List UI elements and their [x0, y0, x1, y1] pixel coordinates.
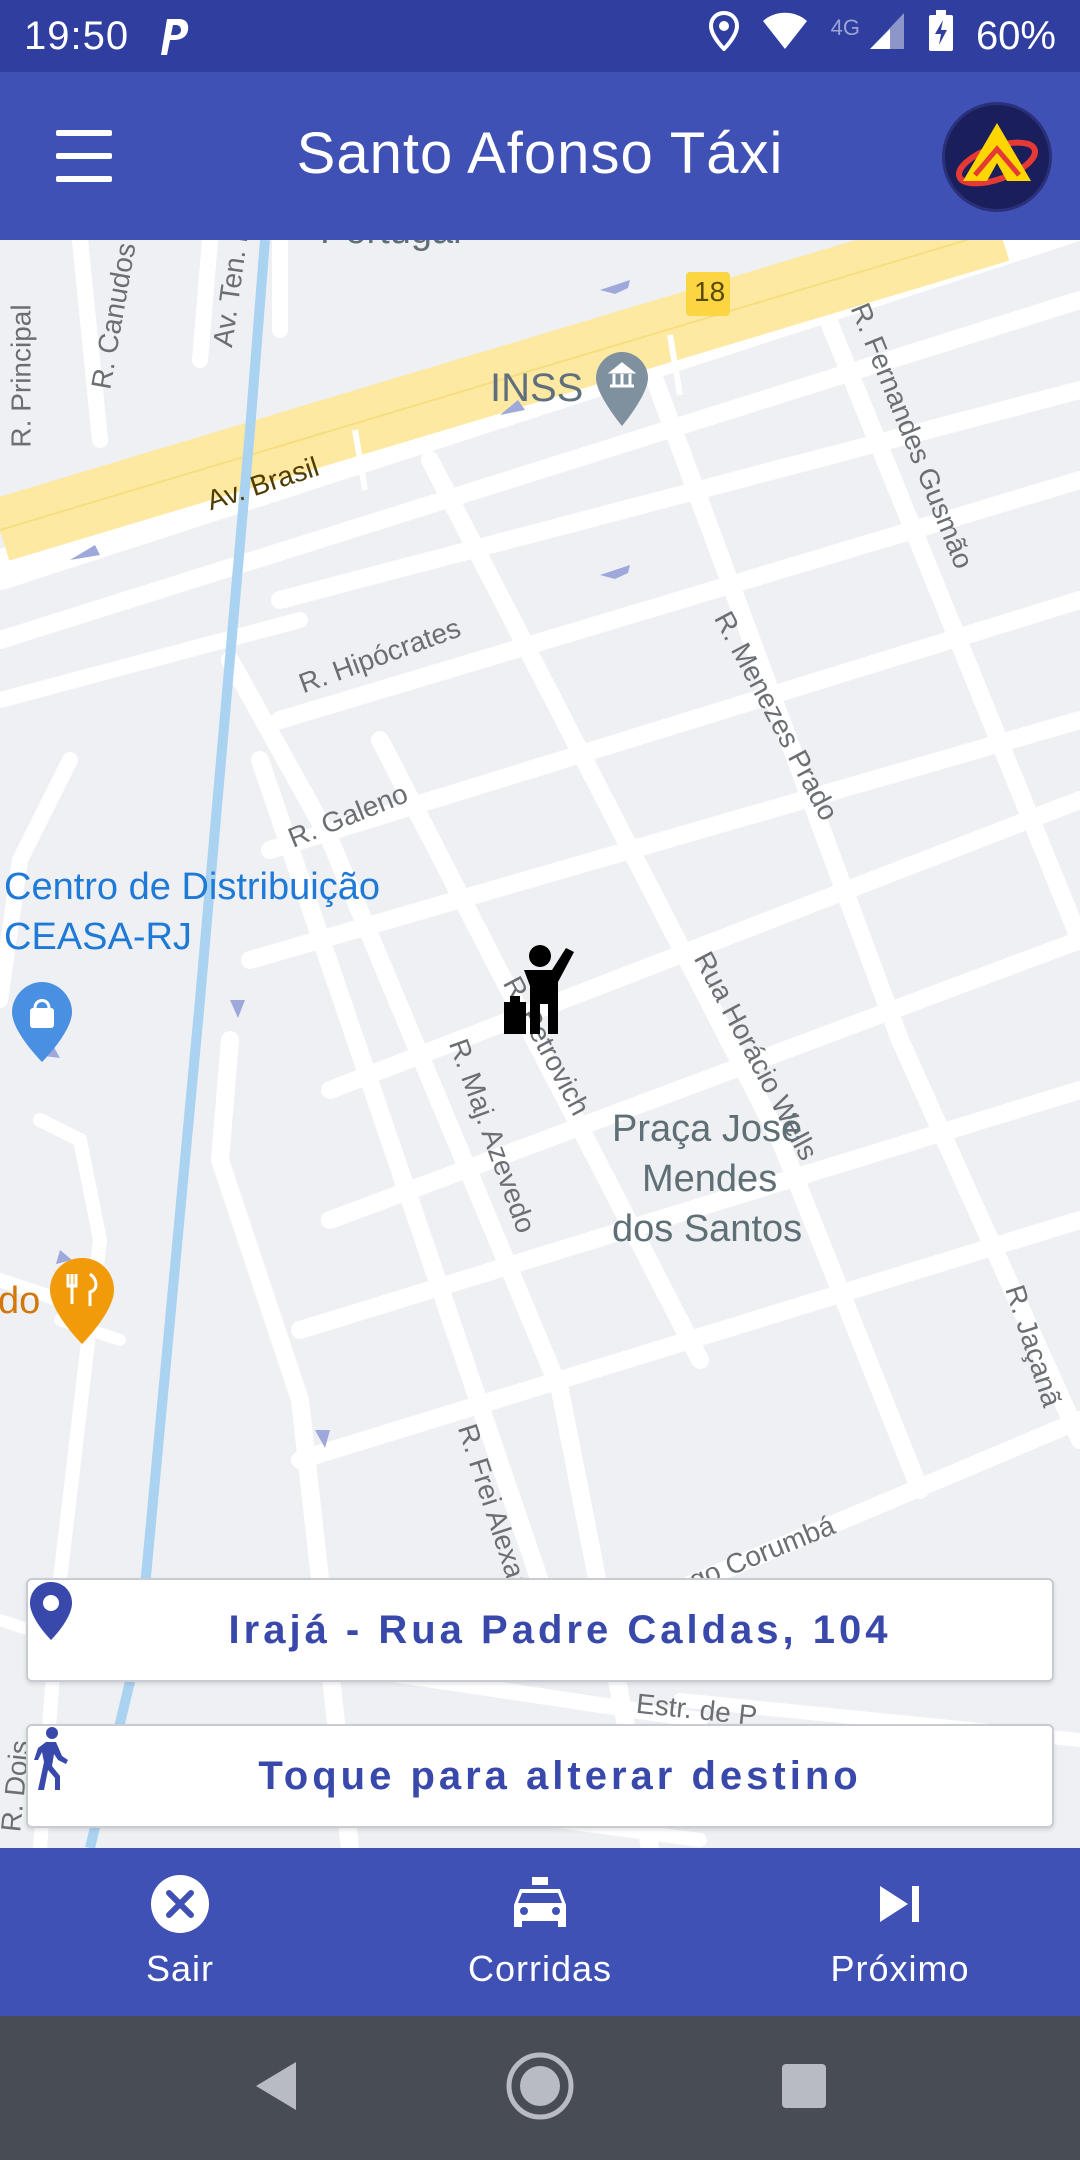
map-label-ceasa-2: CEASA-RJ [4, 916, 192, 958]
skip-next-icon [878, 1874, 922, 1934]
nav-corridas-label: Corridas [467, 1948, 613, 1989]
taxi-icon [512, 1874, 568, 1934]
destination-text: Toque para alterar destino [258, 1753, 862, 1798]
status-icons: 4G 60% [708, 10, 1056, 62]
nav-corridas-button[interactable]: Corridas [360, 1848, 720, 2016]
passenger-hailing-icon[interactable] [500, 940, 576, 1036]
back-icon[interactable] [252, 2060, 300, 2117]
map-label-inss: INSS [490, 366, 584, 410]
pickup-address-text: Irajá - Rua Padre Caldas, 104 [228, 1607, 892, 1652]
nav-sair-button[interactable]: Sair [0, 1848, 360, 2016]
bottom-nav: Sair Corridas Próximo [0, 1848, 1080, 2016]
status-time: 19:50 [24, 13, 130, 58]
map-label-portugal: Portugal [320, 240, 462, 253]
nav-proximo-label: Próximo [830, 1948, 970, 1989]
map-label-praca-1: Praça José [612, 1108, 803, 1150]
map-view[interactable]: Portugal 18 INSS Av. Brasil R. Principal… [0, 240, 1080, 1848]
screen: 19:50 4G 60% Santo Afonso Táxi 18 INSS A… [0, 0, 1080, 2160]
app-title: Santo Afonso Táxi [296, 121, 784, 186]
destination-card[interactable]: Toque para alterar destino [26, 1724, 1054, 1828]
map-label-ceasa-1: Centro de Distribuição [4, 866, 380, 908]
location-icon [708, 10, 739, 61]
map-label-praca-3: dos Santos [612, 1208, 803, 1250]
nav-sair-label: Sair [145, 1948, 215, 1989]
battery-icon [928, 10, 954, 62]
battery-percent: 60% [975, 13, 1056, 58]
status-bar: 19:50 4G 60% [0, 0, 1080, 72]
home-icon[interactable] [505, 2051, 575, 2126]
wifi-icon [761, 11, 809, 61]
nav-proximo-button[interactable]: Próximo [720, 1848, 1080, 2016]
map-label-restaurant: do [0, 1280, 41, 1322]
recents-icon[interactable] [780, 2062, 828, 2115]
app-logo[interactable] [942, 102, 1052, 212]
pickup-address-card[interactable]: Irajá - Rua Padre Caldas, 104 [26, 1578, 1054, 1682]
map-label-praca-2: Mendes [642, 1158, 778, 1200]
system-nav-bar [0, 2016, 1080, 2160]
app-bar: Santo Afonso Táxi [0, 72, 1080, 240]
network-type: 4G [830, 15, 860, 40]
highway-shield-label: 18 [694, 276, 726, 307]
signal-icon [868, 11, 906, 61]
street-r-principal: R. Principal [5, 304, 37, 448]
parking-icon [155, 15, 191, 57]
close-circle-icon [150, 1874, 210, 1934]
